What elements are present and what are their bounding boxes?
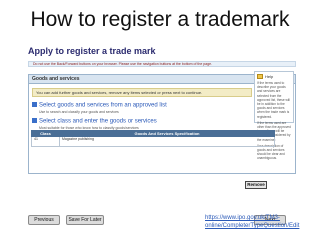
previous-button[interactable]: Previous [28, 215, 60, 225]
option-enter-class-title[interactable]: Select class and enter the goods or serv… [39, 119, 157, 125]
option-approved-list-title[interactable]: Select goods and services from an approv… [39, 103, 167, 109]
embedded-screenshot: Apply to register a trade mark Do not us… [28, 44, 296, 199]
source-link[interactable]: https://www.ipo.gov.uk/TM3-online/Comple… [205, 214, 317, 230]
cell-description: Magazine publishing [59, 136, 275, 147]
page-heading: Apply to register a trade mark [28, 46, 156, 56]
help-box: Help If the terms used to describe your … [254, 71, 294, 160]
cell-class: 41 [31, 136, 60, 147]
help-paragraph: If the terms used to describe your goods… [257, 81, 290, 119]
option-approved-list-subtitle: Use to search and classify your goods an… [39, 109, 119, 114]
option-enter-class[interactable]: Select class and enter the goods or serv… [32, 118, 157, 131]
goods-table: Class Goods And Services Specification 4… [31, 130, 275, 147]
save-for-later-button[interactable]: Save For Later [66, 215, 104, 225]
slide-title: How to register a trademark [30, 8, 290, 31]
help-icon [257, 74, 263, 79]
notice-message: You can add further goods and services, … [32, 88, 252, 97]
arrow-icon [32, 102, 37, 107]
option-approved-list[interactable]: Select goods and services from an approv… [32, 102, 167, 115]
arrow-icon [32, 118, 37, 123]
table-row: 41 Magazine publishing [31, 136, 275, 147]
help-title: Help [265, 74, 274, 79]
navigation-warning: Do not use the Back/Forward buttons on y… [28, 61, 296, 67]
remove-button[interactable]: Remove [245, 181, 267, 189]
